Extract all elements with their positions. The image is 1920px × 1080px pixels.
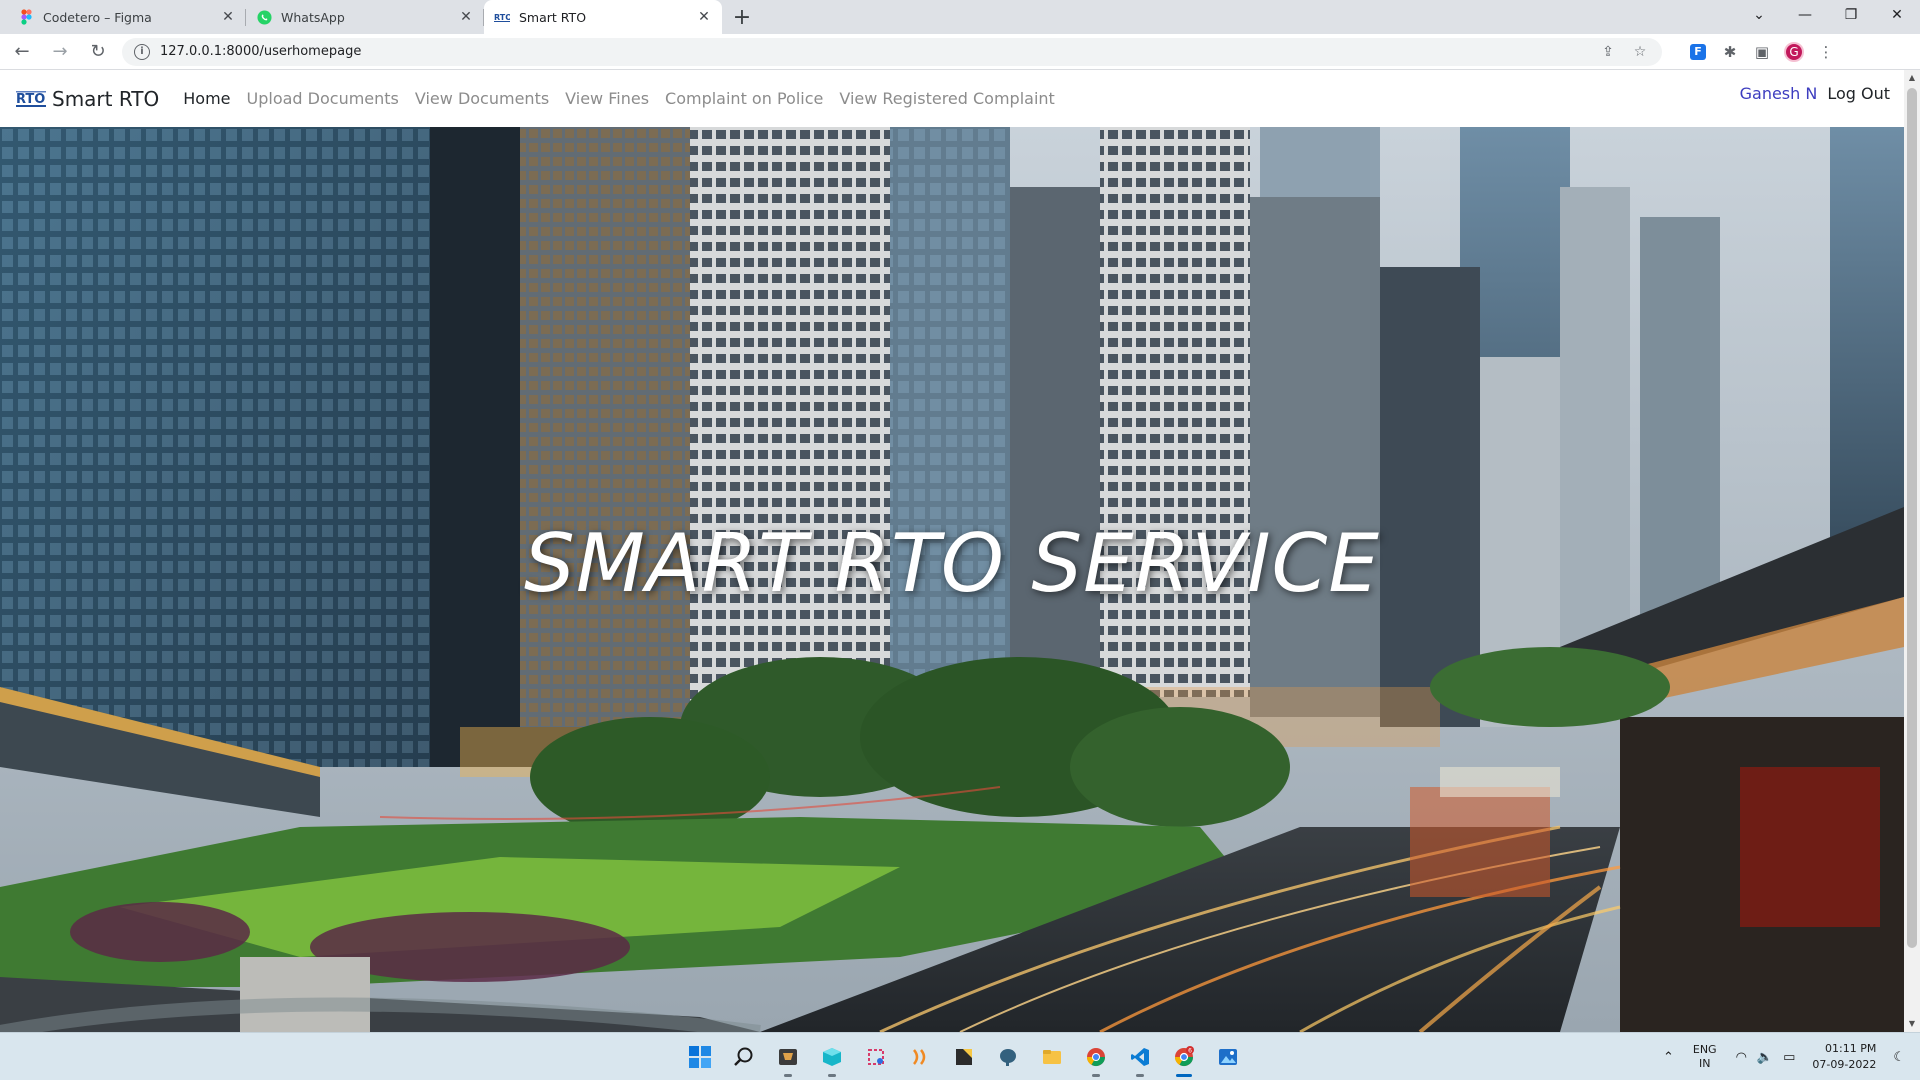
tab-title: WhatsApp — [281, 9, 345, 25]
url-text: 127.0.0.1:8000/userhomepage — [160, 44, 362, 59]
window-controls: ⌄ — ❐ ✕ — [1736, 0, 1920, 30]
browser-tab-strip: Codetero – Figma ✕ WhatsApp ✕ RTO Smart … — [0, 0, 1920, 34]
battery-icon[interactable]: ▭ — [1783, 1050, 1795, 1065]
chrome-icon[interactable] — [1074, 1035, 1118, 1079]
extension-icon[interactable]: F — [1682, 38, 1714, 66]
app-elephant-icon[interactable] — [986, 1035, 1030, 1079]
clock[interactable]: 01:11 PM 07-09-2022 — [1812, 1041, 1876, 1073]
notification-moon-icon[interactable]: ☾ — [1893, 1050, 1905, 1065]
photos-icon[interactable] — [1206, 1035, 1250, 1079]
system-tray: ⌃ ENG IN ◠ 🔈 ▭ 01:11 PM 07-09-2022 ☾ — [1658, 1033, 1910, 1080]
address-bar[interactable]: i 127.0.0.1:8000/userhomepage ⇪ ☆ — [122, 37, 1662, 66]
svg-text:6: 6 — [1188, 1048, 1192, 1055]
reload-button[interactable]: ↻ — [82, 36, 114, 68]
scroll-down-arrow-icon[interactable]: ▼ — [1904, 1016, 1920, 1032]
app-3d-cube-icon[interactable] — [810, 1035, 854, 1079]
tab-smart-rto[interactable]: RTO Smart RTO ✕ — [484, 0, 722, 34]
start-windows-icon[interactable] — [678, 1035, 722, 1079]
chrome-profile-icon[interactable]: 6 — [1162, 1035, 1206, 1079]
chevron-up-icon[interactable]: ⌃ — [1663, 1050, 1674, 1065]
volume-muted-icon[interactable]: 🔈 — [1757, 1050, 1773, 1065]
snipping-tool-icon[interactable] — [854, 1035, 898, 1079]
tab-figma[interactable]: Codetero – Figma ✕ — [8, 0, 246, 34]
bookmark-star-icon[interactable]: ☆ — [1630, 44, 1650, 60]
sticky-notes-icon[interactable] — [942, 1035, 986, 1079]
nav-complaint-on-police[interactable]: Complaint on Police — [665, 89, 823, 108]
whatsapp-icon — [256, 9, 272, 25]
page-viewport: RTO Smart RTO Home Upload Documents View… — [0, 70, 1904, 1032]
back-button[interactable]: ← — [6, 36, 38, 68]
clock-date: 07-09-2022 — [1812, 1058, 1877, 1071]
language-indicator[interactable]: ENG IN — [1693, 1043, 1717, 1071]
user-name-link[interactable]: Ganesh N — [1740, 84, 1818, 103]
svg-text:RTO: RTO — [494, 13, 510, 22]
site-info-icon[interactable]: i — [134, 43, 150, 60]
vscode-icon[interactable] — [1118, 1035, 1162, 1079]
new-tab-button[interactable]: + — [726, 0, 758, 34]
clock-time: 01:11 PM — [1825, 1042, 1877, 1055]
close-icon[interactable]: ✕ — [220, 9, 236, 25]
tab-title: Codetero – Figma — [43, 9, 152, 25]
restore-button[interactable]: ❐ — [1828, 0, 1874, 30]
page-scrollbar[interactable]: ▲ ▼ — [1904, 70, 1920, 1032]
close-window-button[interactable]: ✕ — [1874, 0, 1920, 30]
app-orange-icon[interactable] — [898, 1035, 942, 1079]
forward-button[interactable]: → — [44, 36, 76, 68]
app-document-icon[interactable] — [766, 1035, 810, 1079]
search-icon[interactable] — [722, 1035, 766, 1079]
nav-upload-documents[interactable]: Upload Documents — [247, 89, 399, 108]
hero-title: SMART RTO SERVICE — [524, 517, 1380, 610]
windows-taskbar: 6 ⌃ ENG IN ◠ 🔈 ▭ 01:11 PM 07-09-2022 ☾ — [0, 1032, 1920, 1080]
profile-avatar[interactable]: G — [1778, 38, 1810, 66]
site-brand[interactable]: RTO Smart RTO — [16, 87, 159, 111]
extensions-puzzle-icon[interactable]: ✱ — [1714, 38, 1746, 66]
scroll-up-arrow-icon[interactable]: ▲ — [1904, 70, 1920, 86]
file-explorer-icon[interactable] — [1030, 1035, 1074, 1079]
minimize-button[interactable]: — — [1782, 0, 1828, 30]
figma-icon — [18, 9, 34, 25]
tab-title: Smart RTO — [519, 9, 587, 25]
wifi-icon[interactable]: ◠ — [1736, 1050, 1747, 1065]
rto-logo-icon: RTO — [494, 9, 510, 25]
scrollbar-thumb[interactable] — [1907, 88, 1917, 948]
close-icon[interactable]: ✕ — [458, 9, 474, 25]
tab-search-icon[interactable]: ⌄ — [1736, 0, 1782, 30]
share-icon[interactable]: ⇪ — [1598, 44, 1618, 60]
tab-whatsapp[interactable]: WhatsApp ✕ — [246, 0, 484, 34]
taskbar-apps: 6 — [678, 1033, 1250, 1080]
nav-view-fines[interactable]: View Fines — [565, 89, 649, 108]
hero-banner: SMART RTO SERVICE — [0, 127, 1904, 1032]
nav-view-registered-complaint[interactable]: View Registered Complaint — [839, 89, 1054, 108]
nav-home[interactable]: Home — [183, 89, 230, 108]
site-navbar: RTO Smart RTO Home Upload Documents View… — [0, 70, 1904, 127]
svg-text:RTO: RTO — [16, 92, 45, 107]
rto-logo-icon: RTO — [16, 90, 46, 107]
nav-view-documents[interactable]: View Documents — [415, 89, 549, 108]
menu-kebab-icon[interactable]: ⋮ — [1810, 38, 1842, 66]
logout-link[interactable]: Log Out — [1827, 84, 1890, 103]
brand-name: Smart RTO — [52, 86, 160, 111]
side-panel-icon[interactable]: ▣ — [1746, 38, 1778, 66]
browser-toolbar: ← → ↻ i 127.0.0.1:8000/userhomepage ⇪ ☆ … — [0, 34, 1920, 70]
close-icon[interactable]: ✕ — [696, 9, 712, 25]
